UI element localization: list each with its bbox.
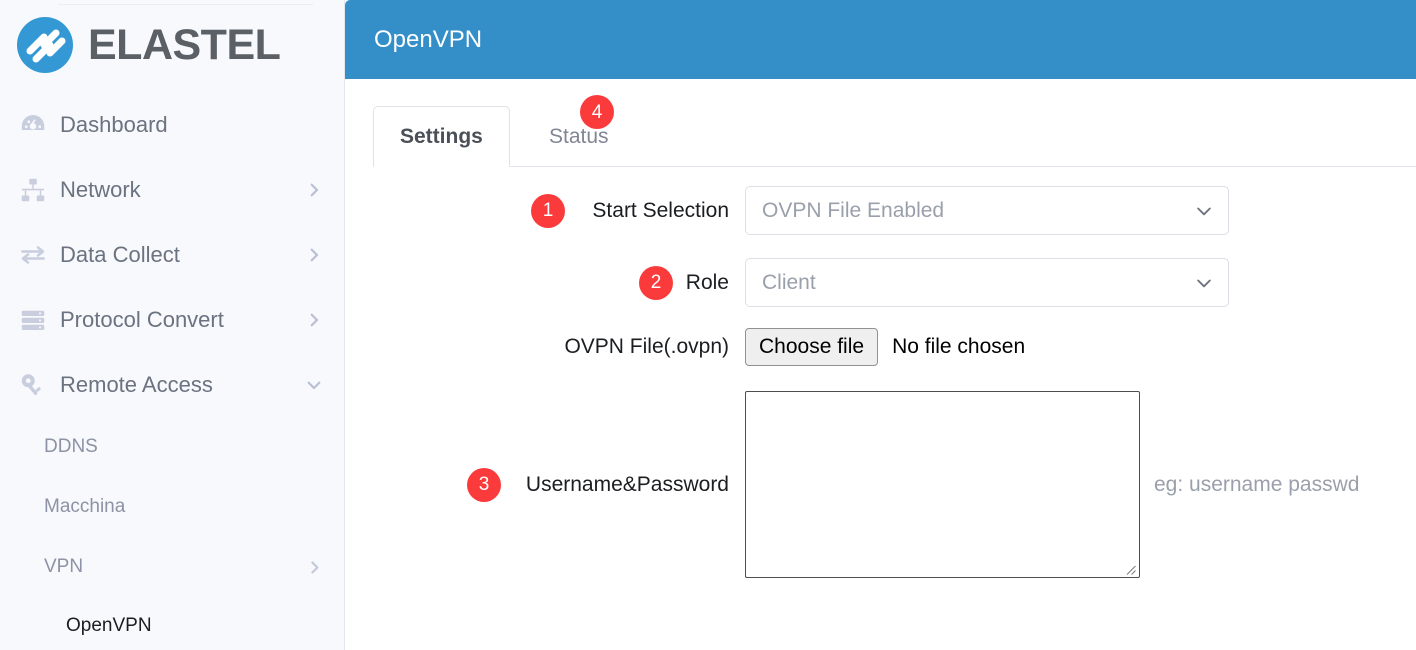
sidebar-item-data-collect[interactable]: Data Collect [0, 222, 344, 287]
start-selection-select[interactable]: OVPN File Enabled [745, 186, 1229, 235]
credentials-input-wrap: eg: username passwd [745, 391, 1416, 578]
credentials-hint: eg: username passwd [1154, 472, 1360, 496]
chevron-down-icon [1194, 273, 1214, 293]
sidebar-item-label: Dashboard [60, 111, 168, 137]
form-row-ovpn-file: OVPN File(.ovpn) Choose file No file cho… [345, 322, 1416, 372]
sidebar-item-label: DDNS [44, 436, 98, 457]
start-selection-control: OVPN File Enabled [745, 186, 1416, 235]
role-label-wrap: 2 Role [345, 265, 745, 300]
page-header: OpenVPN [345, 0, 1416, 79]
sidebar-item-macchina[interactable]: Macchina [0, 477, 344, 537]
openvpn-settings-page: ELASTEL Dashboard Network Data Collect P… [0, 0, 1416, 650]
sidebar-menu: Dashboard Network Data Collect Protocol … [0, 92, 344, 650]
sidebar-item-label: Protocol Convert [60, 306, 224, 332]
form-row-credentials: 3 Username&Password eg: username passwd [345, 389, 1416, 580]
chevron-right-icon [306, 559, 323, 576]
data-exchange-icon [18, 240, 60, 270]
ovpn-file-input[interactable]: Choose file No file chosen [745, 327, 1416, 367]
sidebar-item-network[interactable]: Network [0, 157, 344, 222]
sidebar-top-divider [58, 4, 313, 5]
tab-settings[interactable]: Settings [373, 106, 510, 167]
sidebar-item-label: Data Collect [60, 241, 180, 267]
tab-label: Settings [400, 124, 483, 148]
role-value: Client [762, 270, 816, 294]
credentials-label: Username&Password [525, 472, 729, 496]
brand-logo[interactable]: ELASTEL [14, 12, 334, 78]
sidebar: ELASTEL Dashboard Network Data Collect P… [0, 0, 345, 650]
form-row-start-selection: 1 Start Selection OVPN File Enabled [345, 183, 1416, 238]
elastel-logo-icon [14, 14, 82, 76]
chevron-down-icon [305, 376, 323, 394]
chevron-down-icon [1194, 201, 1214, 221]
start-selection-value: OVPN File Enabled [762, 198, 945, 222]
sidebar-item-label: VPN [44, 556, 84, 577]
credentials-control: eg: username passwd [745, 391, 1416, 578]
resize-grip-icon[interactable] [1123, 562, 1137, 576]
ovpn-file-label-wrap: OVPN File(.ovpn) [345, 335, 745, 359]
chevron-right-icon [305, 181, 323, 199]
role-control: Client [745, 258, 1416, 307]
tab-bar: Settings Status [345, 79, 1416, 167]
start-selection-label: Start Selection [592, 198, 729, 222]
sidebar-item-dashboard[interactable]: Dashboard [0, 92, 344, 157]
ovpn-file-control: Choose file No file chosen [745, 327, 1416, 367]
choose-file-button[interactable]: Choose file [745, 327, 879, 367]
sidebar-item-ddns[interactable]: DDNS [0, 417, 344, 477]
page-title: OpenVPN [374, 25, 483, 53]
status-badge: 4 [580, 95, 614, 129]
settings-form: 1 Start Selection OVPN File Enabled 2 Ro… [345, 167, 1416, 650]
sidebar-item-label: Macchina [44, 496, 126, 517]
step-badge-1: 1 [531, 193, 565, 228]
form-row-role: 2 Role Client [345, 255, 1416, 310]
chevron-right-icon [305, 246, 323, 264]
sidebar-item-vpn[interactable]: VPN [0, 537, 344, 597]
file-status-text: No file chosen [892, 334, 1026, 358]
network-tree-icon [18, 175, 60, 205]
ovpn-file-label: OVPN File(.ovpn) [564, 335, 729, 358]
role-select[interactable]: Client [745, 258, 1229, 307]
tab-status[interactable]: Status [523, 106, 635, 167]
sidebar-item-label: Remote Access [60, 371, 213, 397]
start-selection-label-wrap: 1 Start Selection [345, 193, 745, 228]
sidebar-item-openvpn[interactable]: OpenVPN [0, 597, 344, 650]
credentials-textarea[interactable] [745, 391, 1140, 578]
step-badge-2: 2 [639, 265, 673, 300]
chevron-right-icon [305, 311, 323, 329]
sidebar-item-label: OpenVPN [66, 615, 152, 636]
credentials-label-wrap: 3 Username&Password [345, 467, 745, 502]
step-badge-3: 3 [467, 467, 501, 502]
role-label: Role [685, 270, 729, 294]
sidebar-item-label: Network [60, 176, 141, 202]
dashboard-gauge-icon [18, 110, 60, 140]
sidebar-item-protocol-convert[interactable]: Protocol Convert [0, 287, 344, 352]
key-icon [18, 370, 60, 400]
brand-name: ELASTEL [88, 20, 281, 69]
server-stack-icon [18, 305, 60, 335]
sidebar-item-remote-access[interactable]: Remote Access [0, 352, 344, 417]
